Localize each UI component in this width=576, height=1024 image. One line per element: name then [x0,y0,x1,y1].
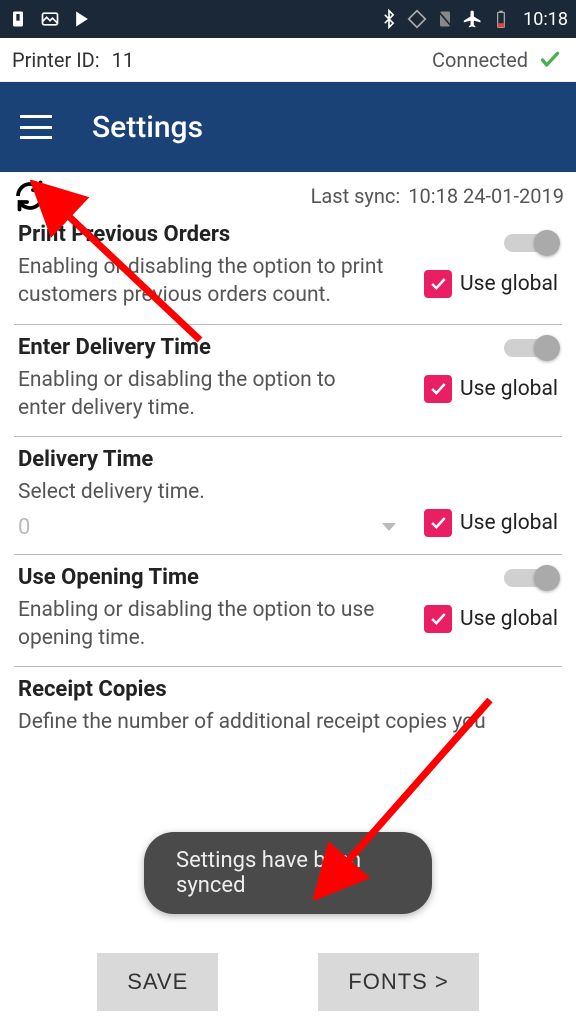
setting-title: Receipt Copies [18,677,558,702]
setting-print-previous-orders: Print Previous Orders Enabling or disabl… [14,220,562,325]
setting-desc: Define the number of additional receipt … [18,708,558,736]
checkbox-checked-icon [424,509,452,537]
settings-list: Print Previous Orders Enabling or disabl… [0,220,576,751]
last-sync-label: Last sync: [311,184,401,208]
bluetooth-icon [379,9,399,29]
setting-use-opening-time: Use Opening Time Enabling or disabling t… [14,555,562,668]
sync-row: Last sync: 10:18 24-01-2019 [0,172,576,220]
save-button[interactable]: SAVE [97,953,218,1011]
printer-id-label: Printer ID: [12,48,100,72]
toast-message: Settings have been synced [144,832,432,914]
setting-title: Enter Delivery Time [18,335,388,360]
image-icon [40,9,60,29]
connection-status: Connected [432,48,528,72]
use-global-checkbox[interactable]: Use global [424,605,558,633]
setting-delivery-time: Delivery Time Select delivery time. 0 Us… [14,437,562,554]
no-sim-icon [435,9,455,29]
app-bar: Settings [0,82,576,172]
use-global-checkbox[interactable]: Use global [424,509,558,537]
use-global-label: Use global [460,377,558,401]
printer-status-bar: Printer ID: 11 Connected [0,38,576,82]
notification-icon [8,9,28,29]
setting-enter-delivery-time: Enter Delivery Time Enabling or disablin… [14,325,562,438]
diamond-icon [407,9,427,29]
setting-desc: Enabling or disabling the option to ente… [18,366,388,423]
clock: 10:18 [523,9,568,30]
setting-desc: Enabling or disabling the option to prin… [18,253,388,310]
checkbox-checked-icon [424,605,452,633]
chevron-down-icon [382,523,396,531]
bottom-button-bar: SAVE FONTS > [0,940,576,1024]
checkbox-checked-icon [424,270,452,298]
printer-id-value: 11 [112,48,134,72]
last-sync-value: 10:18 24-01-2019 [408,184,564,208]
use-global-label: Use global [460,272,558,296]
menu-icon[interactable] [20,115,52,139]
use-global-checkbox[interactable]: Use global [424,270,558,298]
checkbox-checked-icon [424,375,452,403]
toggle-switch[interactable] [504,569,558,587]
setting-receipt-copies: Receipt Copies Define the number of addi… [14,667,562,750]
toggle-switch[interactable] [504,234,558,252]
use-global-label: Use global [460,607,558,631]
setting-title: Use Opening Time [18,565,388,590]
setting-title: Print Previous Orders [18,222,388,247]
setting-desc: Select delivery time. [18,478,558,506]
use-global-checkbox[interactable]: Use global [424,375,558,403]
play-store-icon [72,9,92,29]
page-title: Settings [92,110,203,145]
setting-desc: Enabling or disabling the option to use … [18,596,388,653]
airplane-icon [463,9,483,29]
connected-check-icon [536,50,564,70]
android-status-bar: 10:18 [0,0,576,38]
use-global-label: Use global [460,511,558,535]
setting-title: Delivery Time [18,447,558,472]
fonts-button[interactable]: FONTS > [318,953,479,1011]
toggle-switch[interactable] [504,339,558,357]
battery-icon [491,9,511,29]
dropdown-value: 0 [18,515,382,540]
sync-icon[interactable] [12,178,48,214]
delivery-time-dropdown[interactable]: 0 [18,515,404,540]
